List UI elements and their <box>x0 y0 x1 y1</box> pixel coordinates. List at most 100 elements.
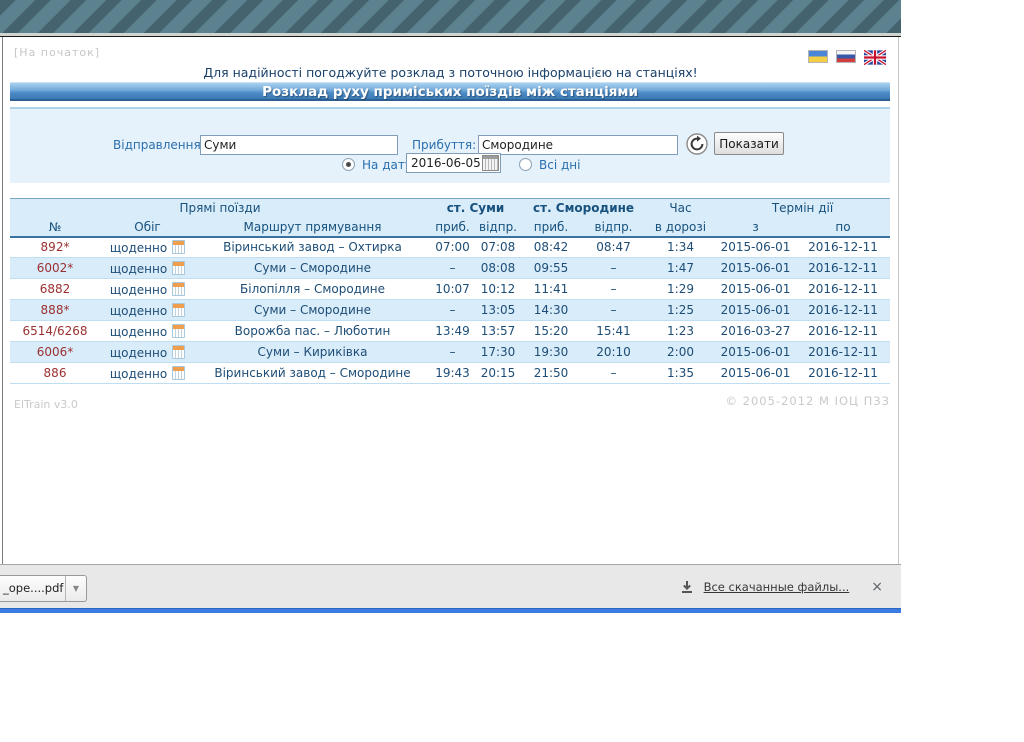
calendar-icon[interactable] <box>172 282 185 296</box>
russia-flag-icon[interactable] <box>836 50 856 63</box>
reliability-notice: Для надійності погоджуйте розклад з пото… <box>3 65 898 80</box>
all-downloads-link[interactable]: Все скачанные файлы... <box>704 580 850 594</box>
trains-table-body: 892*щоденноВіринський завод – Охтирка07:… <box>10 237 890 384</box>
col-valid-to: по <box>796 218 890 237</box>
uk-flag-icon[interactable] <box>864 50 886 65</box>
downloaded-file-item[interactable]: _ope....pdf ▼ <box>0 575 87 602</box>
schedule-cell: щоденно <box>100 321 195 342</box>
sumy-arrival-cell: 10:07 <box>430 279 475 300</box>
train-number-cell: 888* <box>10 300 100 321</box>
search-form: Відправлення: Прибуття: Показати На дату… <box>10 107 890 183</box>
time-header: Час <box>646 199 715 218</box>
train-number-cell: 6006* <box>10 342 100 363</box>
valid-to-cell: 2016-12-11 <box>796 342 890 363</box>
app-version: ElTrain v3.0 <box>14 398 78 411</box>
calendar-picker-icon[interactable] <box>482 155 499 171</box>
calendar-icon[interactable] <box>172 303 185 317</box>
valid-from-cell: 2015-06-01 <box>715 237 796 258</box>
schedule-cell: щоденно <box>100 363 195 384</box>
group-header-row: Прямі поїзди ст. Суми ст. Смородине Час … <box>10 199 890 218</box>
calendar-icon[interactable] <box>172 366 185 380</box>
col-valid-from: з <box>715 218 796 237</box>
arrival-label: Прибуття: <box>412 138 476 152</box>
schedule-cell: щоденно <box>100 237 195 258</box>
train-number-cell: 6882 <box>10 279 100 300</box>
col-number: № <box>10 218 100 237</box>
sumy-arrival-cell: 07:00 <box>430 237 475 258</box>
close-icon[interactable]: × <box>867 579 887 595</box>
direct-trains-header: Прямі поїзди <box>10 199 430 218</box>
valid-to-cell: 2016-12-11 <box>796 279 890 300</box>
route-cell: Білопілля – Смородине <box>195 279 430 300</box>
smorodyne-departure-cell: – <box>581 279 646 300</box>
valid-from-cell: 2015-06-01 <box>715 279 796 300</box>
download-icon <box>680 580 694 594</box>
route-cell: Ворожба пас. – Люботин <box>195 321 430 342</box>
smorodyne-departure-cell: 15:41 <box>581 321 646 342</box>
on-date-radio[interactable] <box>342 158 355 171</box>
train-row: 892*щоденноВіринський завод – Охтирка07:… <box>10 237 890 258</box>
smorodyne-arrival-cell: 15:20 <box>521 321 581 342</box>
calendar-icon[interactable] <box>172 261 185 275</box>
duration-cell: 2:00 <box>646 342 715 363</box>
duration-cell: 1:23 <box>646 321 715 342</box>
smorodyne-arrival-cell: 09:55 <box>521 258 581 279</box>
sumy-arrival-cell: – <box>430 300 475 321</box>
calendar-icon[interactable] <box>172 324 185 338</box>
valid-to-cell: 2016-12-11 <box>796 258 890 279</box>
departure-label: Відправлення: <box>113 138 205 152</box>
valid-to-cell: 2016-12-11 <box>796 237 890 258</box>
col-schedule: Обіг <box>100 218 195 237</box>
departure-input[interactable] <box>200 135 398 155</box>
arrival-input[interactable] <box>478 135 678 155</box>
train-row: 886щоденноВіринський завод – Смородине19… <box>10 363 890 384</box>
sumy-departure-cell: 07:08 <box>475 237 521 258</box>
train-row: 6002*щоденноСуми – Смородине–08:0809:55–… <box>10 258 890 279</box>
route-cell: Суми – Смородине <box>195 300 430 321</box>
train-number-cell: 886 <box>10 363 100 384</box>
calendar-icon[interactable] <box>172 345 185 359</box>
calendar-icon[interactable] <box>172 240 185 254</box>
sumy-arrival-cell: 19:43 <box>430 363 475 384</box>
home-link[interactable]: [На початок] <box>14 46 100 59</box>
route-cell: Віринський завод – Охтирка <box>195 237 430 258</box>
show-button[interactable]: Показати <box>714 132 784 155</box>
sumy-departure-cell: 10:12 <box>475 279 521 300</box>
all-days-label[interactable]: Всі дні <box>539 158 580 172</box>
downloads-bar-right: Все скачанные файлы... × <box>680 565 887 609</box>
downloads-bar-accent-strip <box>0 608 901 613</box>
smorodyne-arrival-cell: 14:30 <box>521 300 581 321</box>
train-row: 888*щоденноСуми – Смородине–13:0514:30–1… <box>10 300 890 321</box>
all-days-radio[interactable] <box>519 158 532 171</box>
smorodyne-departure-cell: 08:47 <box>581 237 646 258</box>
schedule-cell: щоденно <box>100 279 195 300</box>
ukraine-flag-icon[interactable] <box>808 50 828 63</box>
date-input[interactable]: 2016-06-05 <box>406 153 501 173</box>
language-switcher <box>808 50 886 65</box>
column-header-row: № Обіг Маршрут прямування приб. відпр. п… <box>10 218 890 237</box>
schedule-cell: щоденно <box>100 342 195 363</box>
sumy-departure-cell: 13:05 <box>475 300 521 321</box>
duration-cell: 1:25 <box>646 300 715 321</box>
downloaded-file-name[interactable]: _ope....pdf <box>0 576 65 601</box>
valid-from-cell: 2015-06-01 <box>715 258 796 279</box>
swap-refresh-icon[interactable] <box>686 133 708 155</box>
train-number-cell: 6514/6268 <box>10 321 100 342</box>
duration-cell: 1:47 <box>646 258 715 279</box>
sumy-departure-cell: 13:57 <box>475 321 521 342</box>
duration-cell: 1:34 <box>646 237 715 258</box>
smorodyne-arrival-cell: 21:50 <box>521 363 581 384</box>
screenshot-viewport: [На початок] Для надійності погоджуйте р… <box>0 0 1024 742</box>
duration-cell: 1:35 <box>646 363 715 384</box>
smorodyne-arrival-cell: 11:41 <box>521 279 581 300</box>
smorodyne-arrival-cell: 08:42 <box>521 237 581 258</box>
col-dep-from: відпр. <box>475 218 521 237</box>
col-duration: в дорозі <box>646 218 715 237</box>
smorodyne-departure-cell: – <box>581 300 646 321</box>
sumy-arrival-cell: – <box>430 342 475 363</box>
smorodyne-departure-cell: – <box>581 258 646 279</box>
on-date-label[interactable]: На дату <box>362 158 412 172</box>
dropdown-arrow-icon[interactable]: ▼ <box>65 576 86 601</box>
valid-to-cell: 2016-12-11 <box>796 300 890 321</box>
valid-to-cell: 2016-12-11 <box>796 363 890 384</box>
